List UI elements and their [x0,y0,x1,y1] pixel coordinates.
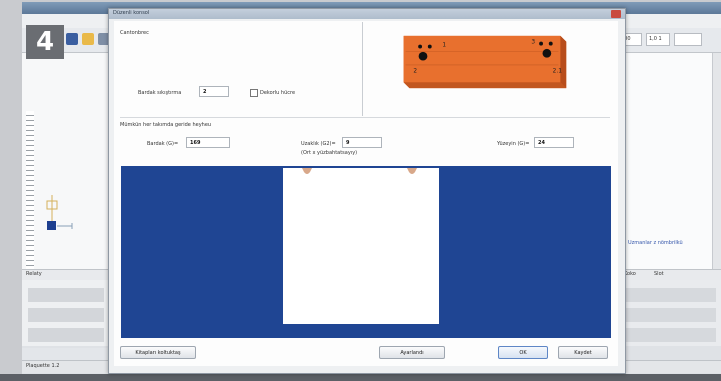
scale-field[interactable]: 1,0 1 [646,33,670,46]
section-rule [120,117,610,118]
left-status-text: Relaty [26,271,42,277]
depth-label: Uzaklık (G2)= [301,141,336,147]
preview-label-c: 3 [531,40,535,46]
ok-button[interactable]: OK [498,346,548,359]
preview-label-a: 1 [442,43,446,49]
right-status-text-2: Slot [654,271,664,277]
step-number-badge: 4 [26,25,64,59]
cancel-button[interactable]: Kaydet [558,346,608,359]
count-field[interactable]: 2 [199,86,229,97]
decor-checkbox[interactable] [250,89,258,97]
screen-bottom-frame [0,374,721,381]
width-label: Bardak (G)= [147,141,179,147]
dialog-title: Düzenli konsol [113,10,150,16]
background-tool-strip[interactable] [22,348,110,360]
right-scrollbar[interactable] [712,53,721,269]
depth-field[interactable]: 9 [342,137,382,148]
background-left-lower-panel [22,280,110,346]
lower-panel-block [626,288,716,302]
panel-sheet[interactable] [283,168,439,324]
decor-checkbox-label: Dekorlu hücre [260,90,296,96]
extra-field[interactable] [674,33,702,46]
preview-label-b: 2 [413,69,417,75]
dialog-titlebar: Düzenli konsol [109,9,625,19]
background-right-lower-panel [620,280,721,346]
preview-label-d: 2.1 [553,69,563,75]
group-label: Cantonbrec [120,30,149,36]
lower-panel-block [626,308,716,322]
node-diagram-icon [46,195,73,230]
shelf-preview-image: 1 2 3 2.1 [403,35,567,89]
right-panel-link[interactable]: Uzmanlar z nömbrilkü [628,240,683,246]
folder-icon[interactable] [82,33,94,45]
status-text: Plaquette 1.2 [26,363,60,369]
close-icon[interactable] [611,10,621,18]
lower-panel-block [28,328,104,342]
background-right-panel: Uzmanlar z nömbrilkü [620,53,721,269]
middle-action-button[interactable]: Ayarlandı [379,346,445,359]
width-field[interactable]: 169 [186,137,230,148]
background-left-statusbar: Relaty [22,269,110,280]
lower-panel-block [28,288,104,302]
hinge-icon [302,168,312,174]
hinge-icon [407,168,417,174]
section-label: Mümkün her takımda geride heyheu [120,122,212,128]
count-label: Bardak sıkıştırma [138,90,182,96]
background-right-statusbar: Koko Slot [620,269,721,280]
save-icon[interactable] [66,33,78,45]
lower-panel-block [28,308,104,322]
depth-note: (Ort x yüzbahtatsayıy) [301,150,358,156]
left-action-button[interactable]: Kitapları koltuktaş [120,346,196,359]
group-divider [362,22,363,116]
lower-panel-block [626,328,716,342]
background-left-panel [22,53,110,319]
height-field[interactable]: 24 [534,137,574,148]
height-label: Yüzeyin (G)= [497,141,530,147]
